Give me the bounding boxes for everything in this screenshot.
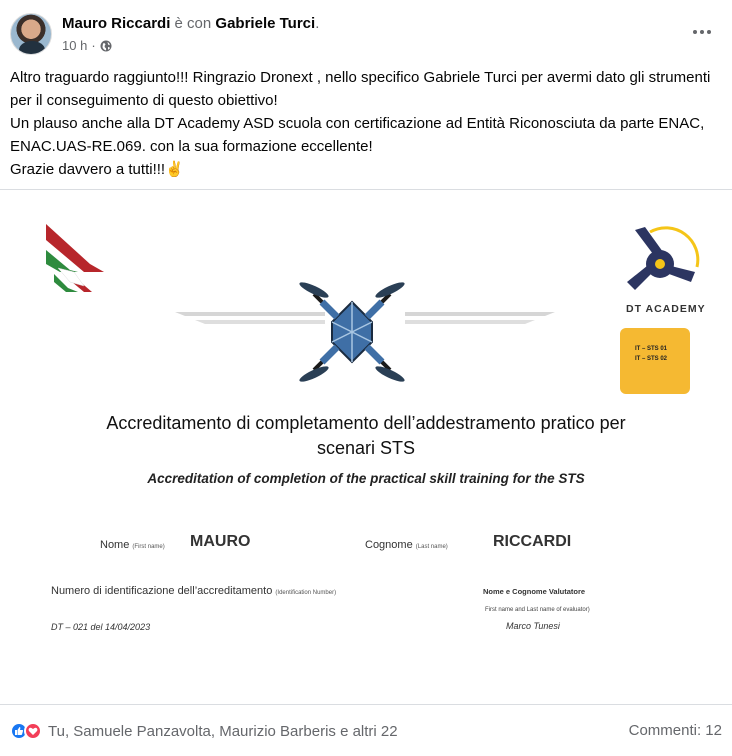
post-image[interactable]: DT ACADEMY IT – STS 01 IT – STS 02 Accre… <box>0 189 732 705</box>
certificate-title-line-2: scenari STS <box>316 438 416 458</box>
author-line: Mauro Riccardi è con Gabriele Turci. <box>62 15 319 32</box>
certificate-title-line-1: Accreditamento di completamento dell’add… <box>106 413 626 433</box>
surname-label-en: (Last name) <box>415 544 448 550</box>
dt-academy-label: DT ACADEMY <box>626 303 706 315</box>
post-time[interactable]: 10 h <box>62 38 87 53</box>
period: . <box>315 15 320 32</box>
name-label: Nome (First name) <box>100 539 165 551</box>
post-footer: Tu, Samuele Panzavolta, Maurizio Barberi… <box>0 706 732 756</box>
id-label-en: (Identification Number) <box>275 590 337 596</box>
reactions-summary[interactable]: Tu, Samuele Panzavolta, Maurizio Barberi… <box>10 722 398 740</box>
name-label-it: Nome <box>100 539 130 551</box>
post-text: Altro traguardo raggiunto!!! Ringrazio D… <box>10 66 722 181</box>
post-meta: 10 h · <box>62 38 112 53</box>
name-value: MAURO <box>190 533 251 550</box>
drone-icon <box>299 282 405 382</box>
post-line-2: Un plauso anche alla DT Academy ASD scuo… <box>10 115 705 155</box>
post-header: Mauro Riccardi è con Gabriele Turci. 10 … <box>0 0 732 62</box>
post-line-1: Altro traguardo raggiunto!!! Ringrazio D… <box>10 69 711 109</box>
dt-academy-logo-icon <box>627 226 700 290</box>
id-label-it: Numero di identificazione dell’accredita… <box>51 585 273 597</box>
enac-logo-icon <box>46 224 104 292</box>
author-name[interactable]: Mauro Riccardi <box>62 15 170 32</box>
tagged-name[interactable]: Gabriele Turci <box>215 15 315 32</box>
badge-line-1: IT – STS 01 <box>635 346 668 352</box>
surname-label-it: Cognome <box>365 539 413 551</box>
avatar[interactable] <box>10 13 52 55</box>
name-label-en: (First name) <box>132 544 165 550</box>
surname-label: Cognome (Last name) <box>365 539 448 551</box>
with-text: è con <box>174 15 212 32</box>
more-icon[interactable] <box>688 20 716 44</box>
evaluator-value: Marco Tunesi <box>506 621 560 631</box>
certificate-subtitle: Accreditation of completion of the pract… <box>147 471 585 486</box>
badge-line-2: IT – STS 02 <box>635 356 668 362</box>
sts-badge: IT – STS 01 IT – STS 02 <box>620 328 690 394</box>
globe-icon <box>100 40 112 51</box>
id-label: Numero di identificazione dell’accredita… <box>51 585 336 597</box>
reactions-text[interactable]: Tu, Samuele Panzavolta, Maurizio Barberi… <box>48 723 398 740</box>
surname-value: RICCARDI <box>493 533 572 550</box>
love-icon <box>24 722 42 740</box>
post-line-3: Grazie davvero a tutti!!!✌️ <box>10 161 184 178</box>
comments-count[interactable]: Commenti: 12 <box>629 722 722 739</box>
evaluator-label-en: First name and Last name of evaluator) <box>485 607 590 613</box>
meta-separator: · <box>91 38 96 53</box>
evaluator-label: Nome e Cognome Valutatore <box>483 587 586 596</box>
id-value: DT – 021 del 14/04/2023 <box>51 622 151 632</box>
